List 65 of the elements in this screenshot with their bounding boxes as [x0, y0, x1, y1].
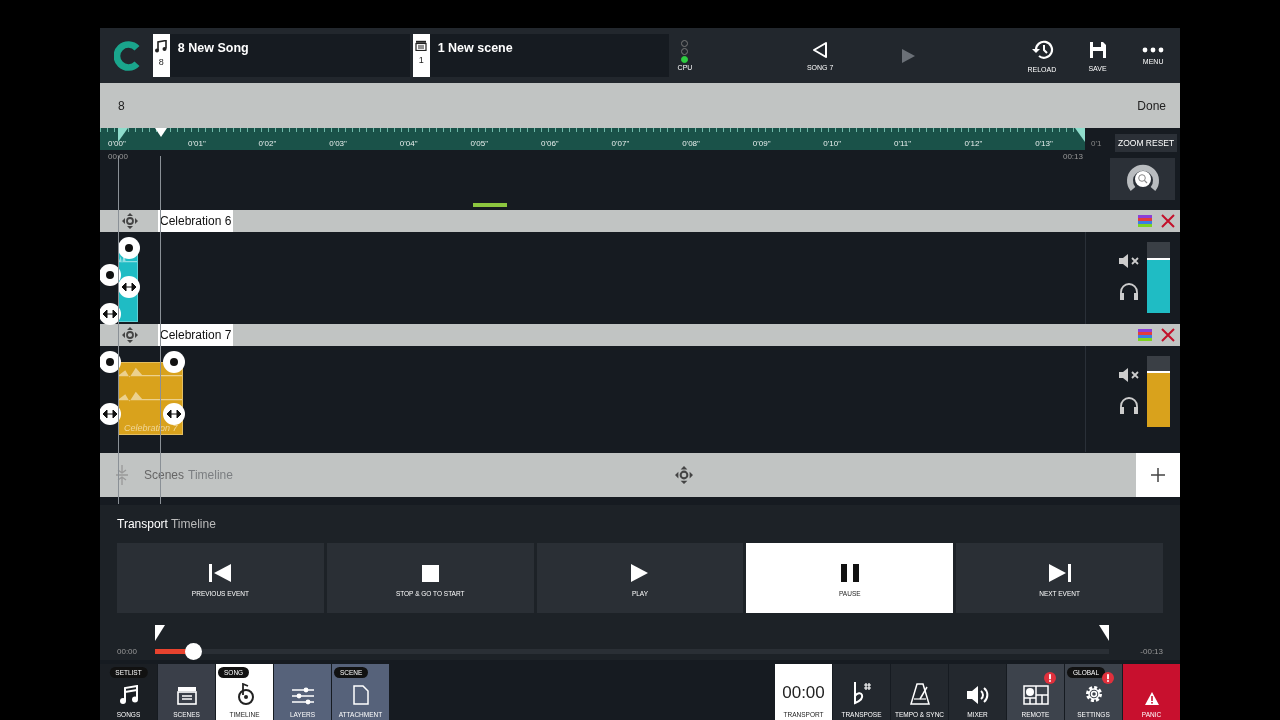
scenes-subtitle: Timeline [188, 468, 233, 482]
music-notes-icon [118, 685, 139, 705]
color-palette-icon[interactable] [1138, 215, 1152, 227]
start-time: 00:00 [108, 152, 129, 161]
document-icon [352, 685, 369, 705]
headphones-icon[interactable] [1119, 282, 1139, 300]
skip-back-icon [209, 564, 232, 582]
zoom-icon [1124, 164, 1161, 194]
transport-title: Transport [117, 517, 168, 531]
time-ruler[interactable]: 0'00" 0'01" 0'02" 0'03" 0'04" 0'05" 0'06" 0'07" 0'08" 0'09" 0'10" 0'11" 0'12" 0'13" [100, 128, 1085, 150]
mute-icon[interactable] [1118, 254, 1140, 268]
slider-thumb[interactable] [185, 642, 203, 660]
done-button[interactable]: Done [1137, 98, 1166, 113]
play-icon [631, 564, 649, 582]
warning-icon [1144, 692, 1159, 705]
metronome-icon [909, 683, 930, 705]
start-marker[interactable] [118, 128, 128, 142]
plus-icon [1151, 468, 1165, 482]
zoom-knob[interactable] [1110, 158, 1175, 200]
move-icon[interactable] [675, 466, 694, 484]
mute-icon[interactable] [1118, 368, 1140, 382]
ruler-label: 0'1 [1090, 138, 1103, 148]
edit-value: 8 [118, 98, 125, 113]
stop-icon [421, 564, 439, 582]
close-icon[interactable] [1161, 214, 1175, 228]
flat-sharp-icon [851, 681, 872, 705]
close-icon[interactable] [1161, 328, 1175, 342]
app-logo [114, 39, 141, 72]
trim-handle[interactable] [163, 351, 185, 373]
add-button[interactable] [1136, 453, 1180, 497]
scenes-title: Scenes [144, 468, 185, 482]
scene-marker[interactable] [473, 203, 507, 207]
sliders-icon [291, 687, 314, 705]
speaker-icon [965, 685, 990, 705]
end-marker[interactable] [1099, 624, 1109, 641]
grid-pad-icon [1022, 685, 1049, 705]
play-icon [899, 47, 916, 64]
time-display: 00:00 [782, 683, 825, 703]
headphones-icon[interactable] [1119, 396, 1139, 414]
song-number: 8 [158, 57, 164, 67]
track-name[interactable]: Celebration 6 [158, 210, 234, 232]
scene-title[interactable]: 1 New scene [437, 41, 513, 55]
zoom-reset-button[interactable]: ZOOM RESET [1115, 134, 1178, 152]
start-marker[interactable] [155, 624, 165, 641]
more-icon [1142, 46, 1165, 53]
position-slider[interactable] [155, 648, 1109, 654]
left-triangle-icon [811, 40, 830, 59]
move-icon[interactable] [122, 213, 138, 229]
end-marker[interactable] [1075, 128, 1085, 142]
track-name[interactable]: Celebration 7 [158, 324, 234, 346]
end-time: 00:13 [1062, 152, 1083, 161]
skip-forward-icon [1048, 564, 1071, 582]
transport-subtitle: Timeline [170, 517, 216, 531]
elapsed-time: 00:00 [117, 646, 139, 656]
volume-meter[interactable] [1147, 242, 1170, 313]
music-note-icon [155, 40, 168, 53]
remaining-time: -00:13 [1139, 646, 1163, 656]
color-palette-icon[interactable] [1138, 329, 1152, 341]
clapperboard-icon [176, 685, 197, 705]
scene-number: 1 [418, 55, 424, 65]
song-title[interactable]: 8 New Song [177, 41, 249, 55]
pause-icon [840, 564, 859, 582]
move-icon[interactable] [122, 327, 138, 343]
volume-meter[interactable] [1147, 356, 1170, 427]
clapperboard-icon [415, 40, 428, 51]
